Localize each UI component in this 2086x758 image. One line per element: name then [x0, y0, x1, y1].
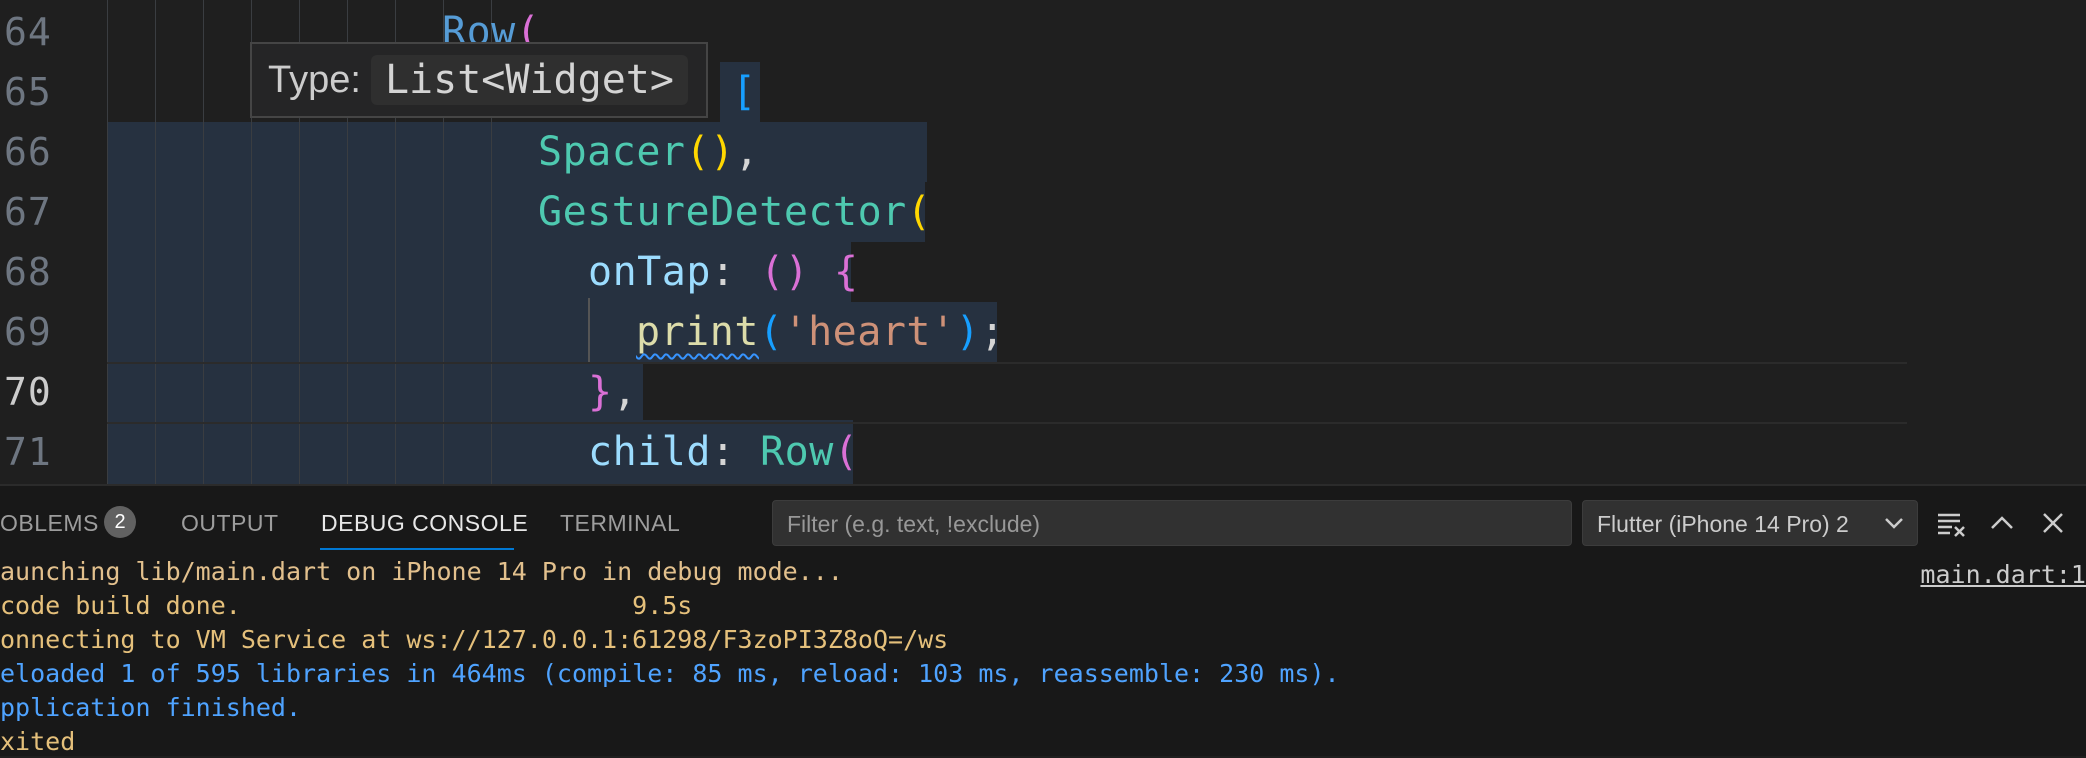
- console-output-line: aunching lib/main.dart on iPhone 14 Pro …: [0, 557, 843, 586]
- chevron-up-icon[interactable]: [1985, 506, 2019, 540]
- chevron-down-icon: [1885, 518, 1903, 529]
- code-line[interactable]: 70 },: [0, 362, 2086, 422]
- clear-console-icon[interactable]: [1934, 506, 1968, 540]
- line-number: 65: [4, 70, 52, 114]
- debug-session-label: Flutter (iPhone 14 Pro) 2: [1597, 511, 1849, 537]
- code-line[interactable]: 67 GestureDetector(: [0, 182, 2086, 242]
- debug-session-select[interactable]: Flutter (iPhone 14 Pro) 2: [1582, 500, 1918, 546]
- code-line[interactable]: 68 onTap: () {: [0, 242, 2086, 302]
- tab-terminal[interactable]: TERMINAL: [560, 510, 680, 537]
- code-text: print('heart');: [636, 309, 1005, 355]
- filter-input[interactable]: [787, 502, 1557, 547]
- console-output-line: code build done. 9.5s: [0, 591, 693, 620]
- code-line[interactable]: 69 print('heart');: [0, 302, 2086, 362]
- console-output-line: xited: [0, 727, 76, 756]
- line-number: 70: [4, 370, 52, 414]
- indent-guide-active: [588, 298, 590, 362]
- line-number: 69: [4, 310, 52, 354]
- line-number: 67: [4, 190, 52, 234]
- code-text: },: [588, 369, 638, 415]
- problems-count-badge: 2: [104, 506, 136, 538]
- tooltip-label: Type:: [268, 58, 361, 101]
- close-icon[interactable]: [2036, 506, 2070, 540]
- console-output-line: onnecting to VM Service at ws://127.0.0.…: [0, 625, 949, 654]
- code-text: child: Row(: [588, 429, 859, 475]
- code-text: Spacer(),: [538, 129, 760, 175]
- console-output-line: pplication finished.: [0, 693, 302, 722]
- active-tab-indicator: [320, 548, 514, 550]
- console-output-line: eloaded 1 of 595 libraries in 464ms (com…: [0, 659, 1340, 688]
- code-line[interactable]: 71 child: Row(: [0, 422, 2086, 482]
- line-number: 71: [4, 430, 52, 474]
- source-location-link[interactable]: main.dart:1: [1920, 560, 2086, 589]
- code-editor[interactable]: 64 Row( 65 [ 66 Spacer(), 67 GestureDete…: [0, 0, 2086, 484]
- code-text: onTap: () {: [588, 249, 859, 295]
- code-text: GestureDetector(: [538, 189, 932, 235]
- line-number: 66: [4, 130, 52, 174]
- bottom-panel: OBLEMS 2 OUTPUT DEBUG CONSOLE TERMINAL F…: [0, 484, 2086, 756]
- code-text: [: [732, 69, 757, 115]
- filter-box[interactable]: [772, 500, 1572, 547]
- tab-problems[interactable]: OBLEMS: [0, 510, 99, 537]
- code-line[interactable]: 66 Spacer(),: [0, 122, 2086, 182]
- tab-debug-console[interactable]: DEBUG CONSOLE: [321, 510, 528, 537]
- line-number: 64: [4, 10, 52, 54]
- line-number: 68: [4, 250, 52, 294]
- type-hover-tooltip: Type: List<Widget>: [250, 42, 708, 118]
- tooltip-type: List<Widget>: [370, 55, 688, 105]
- tab-output[interactable]: OUTPUT: [181, 510, 279, 537]
